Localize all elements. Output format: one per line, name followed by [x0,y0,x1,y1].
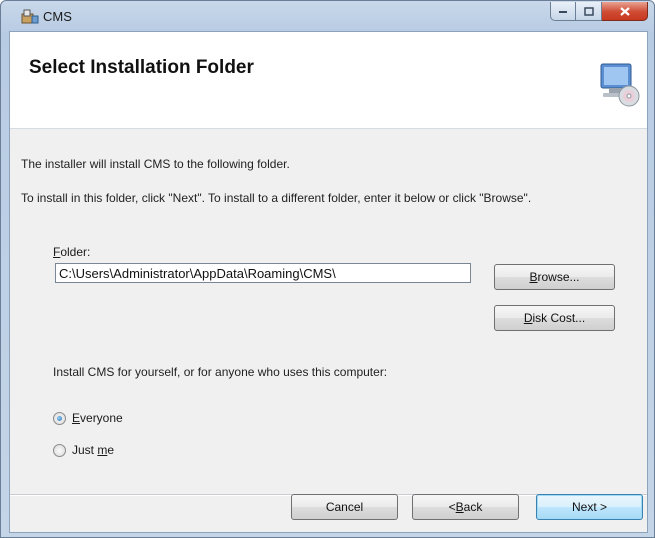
radio-everyone-indicator[interactable] [53,411,66,425]
installer-app-icon [21,8,39,24]
browse-accel: B [529,270,538,284]
install-for-prompt: Install CMS for yourself, or for anyone … [53,365,388,379]
maximize-button[interactable] [576,2,602,21]
cancel-label: Cancel [325,500,364,514]
title-bar[interactable]: CMS [1,1,654,31]
installer-window: CMS Select Installation Folder The insta… [0,0,655,538]
radio-just-me-label: Just me [72,443,114,457]
browse-rest: rowse... [537,270,580,284]
folder-path-input[interactable] [55,263,471,283]
back-accel: B [455,500,464,514]
window-title: CMS [43,9,72,24]
radio-just-me-indicator[interactable] [53,443,66,457]
window-controls [550,2,648,22]
header-band: Select Installation Folder [10,32,647,129]
close-icon [619,6,630,16]
back-rest: ack [463,500,483,514]
radio-just-me-pre: Just [72,443,98,457]
browse-button[interactable]: Browse... [494,264,615,290]
radio-everyone[interactable]: Everyone [53,411,123,425]
radio-just-me-rest: e [107,443,115,457]
computer-cd-icon [597,60,641,108]
radio-everyone-rest: veryone [80,411,123,425]
minimize-icon [559,11,567,13]
disk-cost-button[interactable]: Disk Cost... [494,305,615,331]
next-button[interactable]: Next > [536,494,643,520]
radio-everyone-accel: E [72,411,81,425]
back-button[interactable]: < Back [412,494,519,520]
close-button[interactable] [602,2,648,21]
disk-cost-rest: isk Cost... [532,311,586,325]
page-title: Select Installation Folder [29,57,254,78]
folder-label: Folder: [53,245,90,259]
disk-cost-accel: D [523,311,533,325]
cancel-button[interactable]: Cancel [291,494,398,520]
back-pre: < [448,500,456,514]
radio-just-me[interactable]: Just me [53,443,114,457]
radio-everyone-label: Everyone [72,411,123,425]
folder-label-rest: older: [60,245,91,259]
minimize-button[interactable] [550,2,576,21]
maximize-icon [583,6,594,16]
install-info-text: The installer will install CMS to the fo… [21,157,290,171]
next-label: Next > [571,500,607,514]
dialog-client-area: Select Installation Folder The installer… [9,31,648,533]
install-instructions-text: To install in this folder, click "Next".… [21,191,532,205]
radio-just-me-accel: m [97,443,108,457]
